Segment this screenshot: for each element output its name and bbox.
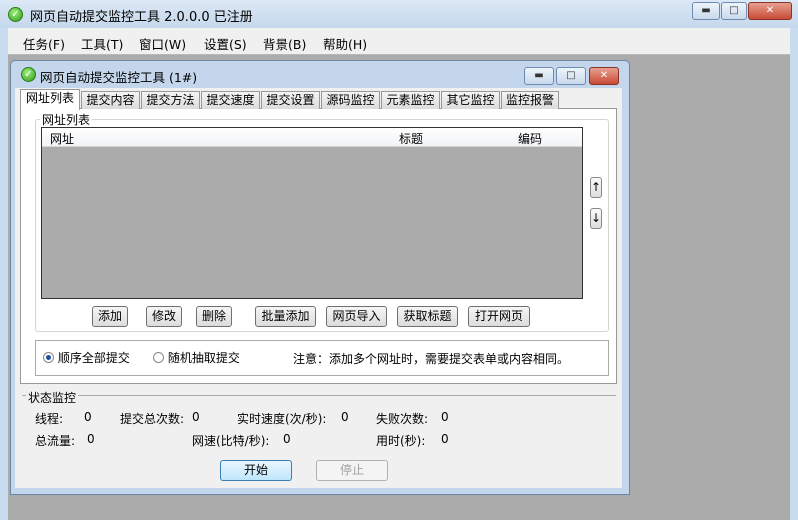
delete-button[interactable]: 删除 xyxy=(196,306,232,327)
open-page-button[interactable]: 打开网页 xyxy=(468,306,530,327)
move-up-button[interactable]: ↑ xyxy=(590,177,602,198)
traffic-value: 0 xyxy=(87,432,95,446)
child-close-button[interactable]: ✕ xyxy=(589,67,619,85)
url-list-group-label: 网址列表 xyxy=(40,111,93,128)
radio-random[interactable]: 随机抽取提交 xyxy=(153,349,240,366)
get-title-button[interactable]: 获取标题 xyxy=(397,306,458,327)
menu-background[interactable]: 背景(B) xyxy=(263,34,306,53)
tab-monitor-alarm[interactable]: 监控报警 xyxy=(501,91,559,109)
tab-submit-settings[interactable]: 提交设置 xyxy=(261,91,320,109)
menu-help[interactable]: 帮助(H) xyxy=(323,34,367,53)
tab-submit-speed[interactable]: 提交速度 xyxy=(201,91,260,109)
menu-settings[interactable]: 设置(S) xyxy=(204,34,247,53)
tab-submit-method[interactable]: 提交方法 xyxy=(141,91,200,109)
time-label: 用时(秒): xyxy=(376,434,426,448)
child-check-icon: ✓ xyxy=(21,67,36,82)
radio-random-label: 随机抽取提交 xyxy=(167,351,240,365)
radio-sequential-label: 顺序全部提交 xyxy=(57,351,130,365)
batch-add-button[interactable]: 批量添加 xyxy=(255,306,316,327)
menu-window[interactable]: 窗口(W) xyxy=(139,34,186,53)
threads-label: 线程: xyxy=(35,412,64,426)
radio-sequential-indicator[interactable] xyxy=(43,352,54,363)
app-title: 网页自动提交监控工具 2.0.0.0 已注册 xyxy=(30,10,253,25)
radio-sequential[interactable]: 顺序全部提交 xyxy=(43,349,130,366)
menu-task[interactable]: 任务(F) xyxy=(23,34,65,53)
import-page-button[interactable]: 网页导入 xyxy=(326,306,387,327)
tab-other-monitor[interactable]: 其它监控 xyxy=(441,91,500,109)
menu-bar: 任务(F) 工具(T) 窗口(W) 设置(S) 背景(B) 帮助(H) xyxy=(8,28,790,55)
fail-value: 0 xyxy=(441,410,449,424)
tab-source-monitor[interactable]: 源码监控 xyxy=(321,91,380,109)
threads-value: 0 xyxy=(84,410,92,424)
minimize-button[interactable]: ▬ xyxy=(692,2,720,20)
total-value: 0 xyxy=(192,410,200,424)
move-down-button[interactable]: ↓ xyxy=(590,208,602,229)
fail-label: 失败次数: xyxy=(376,412,429,426)
list-header: 网址 标题 编码 xyxy=(42,128,582,147)
app-title-bar: ✓ 网页自动提交监控工具 2.0.0.0 已注册 ▬ □ ✕ xyxy=(0,0,798,28)
close-button[interactable]: ✕ xyxy=(748,2,792,20)
column-url[interactable]: 网址 xyxy=(50,130,74,147)
child-maximize-button[interactable]: □ xyxy=(556,67,586,85)
add-button[interactable]: 添加 xyxy=(92,306,128,327)
edit-button[interactable]: 修改 xyxy=(146,306,182,327)
total-label: 提交总次数: xyxy=(120,412,185,426)
status-group-label: 状态监控 xyxy=(26,389,79,406)
url-list-view[interactable]: 网址 标题 编码 xyxy=(41,127,583,299)
menu-tools[interactable]: 工具(T) xyxy=(81,34,123,53)
time-value: 0 xyxy=(441,432,449,446)
child-minimize-button[interactable]: ▬ xyxy=(524,67,554,85)
stop-button[interactable]: 停止 xyxy=(316,460,388,481)
radio-random-indicator[interactable] xyxy=(153,352,164,363)
net-speed-value: 0 xyxy=(283,432,291,446)
start-button[interactable]: 开始 xyxy=(220,460,292,481)
app-check-icon: ✓ xyxy=(8,7,23,22)
column-title[interactable]: 标题 xyxy=(399,130,423,147)
speed-value: 0 xyxy=(341,410,349,424)
net-speed-label: 网速(比特/秒): xyxy=(192,434,270,448)
mode-note: 注意：添加多个网址时，需要提交表单或内容相同。 xyxy=(293,352,570,366)
child-title: 网页自动提交监控工具 (1#) xyxy=(40,70,198,85)
maximize-button[interactable]: □ xyxy=(721,2,747,20)
tab-element-monitor[interactable]: 元素监控 xyxy=(381,91,440,109)
column-encoding[interactable]: 编码 xyxy=(518,130,542,147)
tab-submit-content[interactable]: 提交内容 xyxy=(81,91,140,109)
speed-label: 实时速度(次/秒): xyxy=(237,412,327,426)
tab-url-list[interactable]: 网址列表 xyxy=(20,89,80,110)
traffic-label: 总流量: xyxy=(35,434,76,448)
